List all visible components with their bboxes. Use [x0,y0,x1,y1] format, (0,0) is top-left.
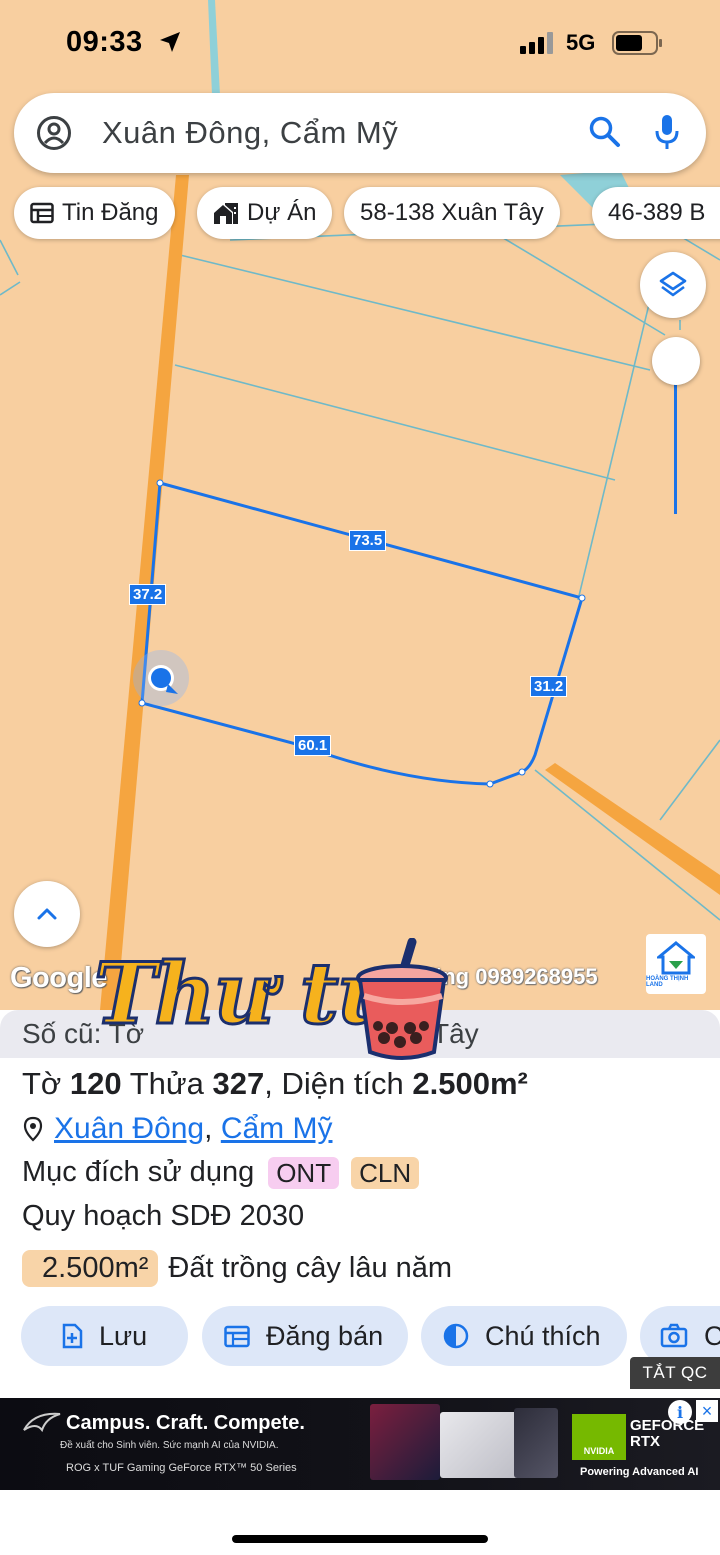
ad-series: ROG x TUF Gaming GeForce RTX™ 50 Series [66,1462,297,1474]
sheet-number: 120 [69,1066,122,1101]
brand-logo: HOÀNG THỊNH LAND [646,934,706,994]
ad-close-icon[interactable]: × [696,1400,718,1422]
status-bar: 09:33 5G [0,0,720,88]
close-ad-button[interactable]: TẮT QC [630,1357,720,1389]
save-label: Lưu [99,1320,148,1351]
sticker-overlay: Thư tư [93,938,454,1066]
ad-subline: Đề xuất cho Sinh viên. Sức mạnh AI của N… [60,1440,279,1451]
location-line: Xuân Đông, Cẩm Mỹ [22,1112,332,1146]
camera-label: C [704,1320,720,1351]
legend-button[interactable]: Chú thích [421,1306,627,1366]
post-sale-label: Đăng bán [266,1320,384,1351]
project-icon [214,203,238,224]
ad-info-icon[interactable]: i [668,1400,692,1424]
nvidia-logo: NVIDIA [572,1414,626,1460]
area-value: 2.500m² [412,1066,528,1101]
area-badge: 2.500m² [22,1250,159,1287]
lot-label: Thửa [129,1066,204,1101]
commune-link[interactable]: Xuân Đông [54,1112,204,1146]
chip-46-389[interactable]: 46-389 B [592,187,720,239]
location-arrow-icon [160,32,180,52]
sheet-label: Tờ [22,1066,62,1101]
brand-logo-text: HOÀNG THỊNH LAND [646,975,689,988]
watermark-phone: 0989268955 [475,964,598,989]
sticker-text: Thư tư [93,943,400,1045]
bubble-tea-icon [356,938,448,1060]
post-sale-button[interactable]: Đăng bán [202,1306,408,1366]
location-separator: , [204,1112,213,1145]
road-secondary [545,763,720,895]
chip-du-an[interactable]: Dự Án [197,187,333,239]
ad-tagline: Powering Advanced AI [580,1466,699,1478]
district-link[interactable]: Cẩm Mỹ [221,1112,333,1146]
area-label: , Diện tích [264,1066,404,1101]
parcel-info-panel: Số cũ: Tờ Tây Tờ 120 Thửa 327, Diện tích… [0,1010,720,1398]
land-use-purpose: Mục đích sử dụng ONT CLN [22,1156,420,1189]
chip-label: 46-389 B [608,199,706,226]
area-use-type: Đất trồng cây lâu năm [168,1252,453,1284]
pin-icon [23,1116,43,1142]
save-button[interactable]: Lưu [21,1306,188,1366]
phone-watermark: ăng 0989268955 [430,964,598,990]
chip-label: Tin Đăng [62,199,159,226]
search-bar[interactable]: Xuân Đông, Cẩm Mỹ [14,93,706,173]
chip-label: 58-138 Xuân Tây [360,199,544,226]
cellular-signal-icon [520,32,553,54]
chip-label: Dự Án [247,199,317,226]
purpose-tag-cln: CLN [351,1156,420,1189]
parcel-summary: Tờ 120 Thửa 327, Diện tích 2.500m² [22,1066,528,1102]
lot-number: 327 [212,1066,265,1101]
area-breakdown: 2.500m² Đất trồng cây lâu năm [22,1250,452,1287]
parcel-vertices [138,479,586,788]
contrast-icon [443,1323,469,1349]
google-logo: Google [10,962,107,994]
listing-icon [30,202,54,224]
ad-headline: Campus. Craft. Compete. [66,1412,305,1434]
opacity-slider-knob[interactable] [652,337,700,385]
expand-panel-button[interactable] [14,881,80,947]
geforce-rtx-logo: GEFORCE RTX [630,1417,705,1450]
purpose-tag-ont: ONT [268,1156,340,1189]
mic-icon[interactable] [654,113,680,153]
search-icon[interactable] [588,115,622,149]
save-doc-icon [62,1323,83,1349]
land-use-plan: Quy hoạch SDĐ 2030 [22,1200,305,1232]
search-input[interactable]: Xuân Đông, Cẩm Mỹ [102,115,398,151]
parcel-boundary [140,481,584,786]
battery-icon [612,31,662,55]
brand-house-icon [657,940,695,974]
calendar-icon [224,1325,250,1348]
network-type: 5G [566,30,596,55]
dimension-label-left: 37.2 [129,584,167,605]
account-circle-icon[interactable] [36,115,72,151]
dimension-label-top: 73.5 [349,530,387,551]
chevron-up-icon [37,908,57,920]
camera-icon [660,1323,688,1348]
ad-banner[interactable]: Campus. Craft. Compete. Đề xuất cho Sinh… [0,1398,720,1490]
layers-button[interactable] [640,252,706,318]
ad-laptop-image [370,1404,440,1480]
dimension-label-bottom: 60.1 [294,735,332,756]
rog-logo-icon [23,1412,61,1433]
home-indicator[interactable] [232,1535,488,1543]
status-time: 09:33 [66,26,143,58]
dimension-label-right: 31.2 [530,676,568,697]
purpose-label: Mục đích sử dụng [22,1156,255,1188]
legend-label: Chú thích [485,1320,601,1351]
layers-icon [659,271,687,297]
chip-58-138[interactable]: 58-138 Xuân Tây [344,187,560,239]
chip-tin-dang[interactable]: Tin Đăng [14,187,175,239]
ad-laptop-image [514,1408,558,1478]
